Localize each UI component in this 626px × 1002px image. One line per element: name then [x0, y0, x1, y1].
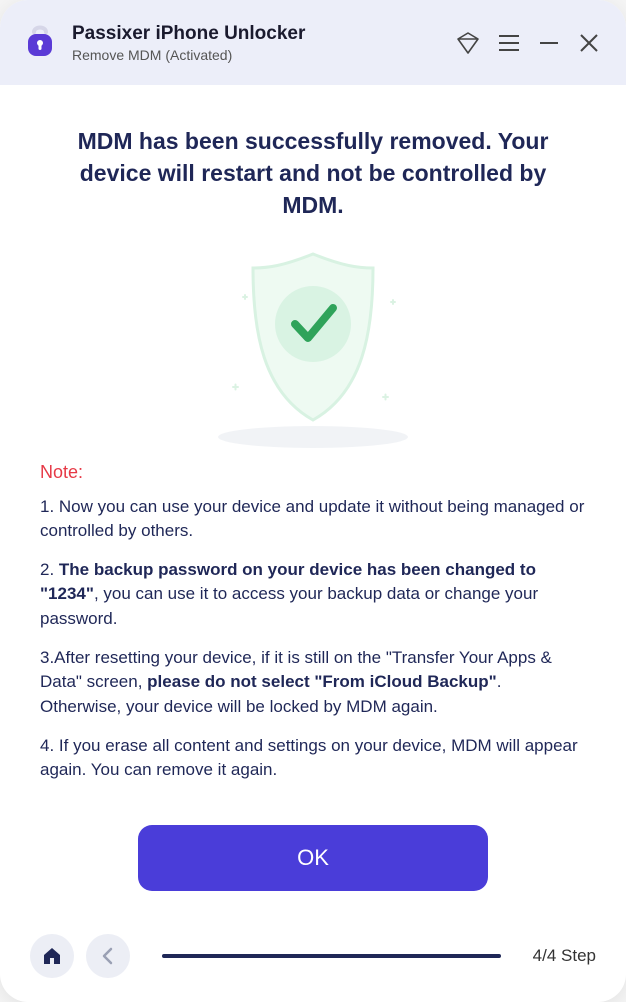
- home-icon: [41, 945, 63, 967]
- menu-icon[interactable]: [496, 30, 522, 56]
- step-label: 4/4 Step: [533, 946, 596, 966]
- minimize-icon[interactable]: [536, 30, 562, 56]
- home-button[interactable]: [30, 934, 74, 978]
- note-item-3: 3.After resetting your device, if it is …: [40, 646, 586, 720]
- note-item-1: 1. Now you can use your device and updat…: [40, 495, 586, 544]
- app-title: Passixer iPhone Unlocker: [72, 23, 454, 45]
- progress-bar: [162, 954, 501, 958]
- window-controls: [454, 29, 602, 57]
- note-item-2: 2. The backup password on your device ha…: [40, 558, 586, 632]
- main-content: MDM has been successfully removed. Your …: [0, 85, 626, 914]
- diamond-icon[interactable]: [454, 29, 482, 57]
- app-subtitle: Remove MDM (Activated): [72, 47, 454, 63]
- note-label: Note:: [40, 462, 586, 483]
- ok-button[interactable]: OK: [138, 825, 488, 891]
- app-logo: [20, 18, 60, 67]
- success-headline: MDM has been successfully removed. Your …: [40, 125, 586, 222]
- back-button[interactable]: [86, 934, 130, 978]
- close-icon[interactable]: [576, 30, 602, 56]
- success-shield-graphic: [40, 242, 586, 452]
- progress-track: [162, 954, 501, 958]
- title-block: Passixer iPhone Unlocker Remove MDM (Act…: [72, 23, 454, 63]
- chevron-left-icon: [98, 946, 118, 966]
- footer-bar: 4/4 Step: [0, 914, 626, 1002]
- note-item-4: 4. If you erase all content and settings…: [40, 734, 586, 783]
- notes-list: 1. Now you can use your device and updat…: [40, 495, 586, 797]
- app-window: Passixer iPhone Unlocker Remove MDM (Act…: [0, 0, 626, 1002]
- titlebar: Passixer iPhone Unlocker Remove MDM (Act…: [0, 0, 626, 85]
